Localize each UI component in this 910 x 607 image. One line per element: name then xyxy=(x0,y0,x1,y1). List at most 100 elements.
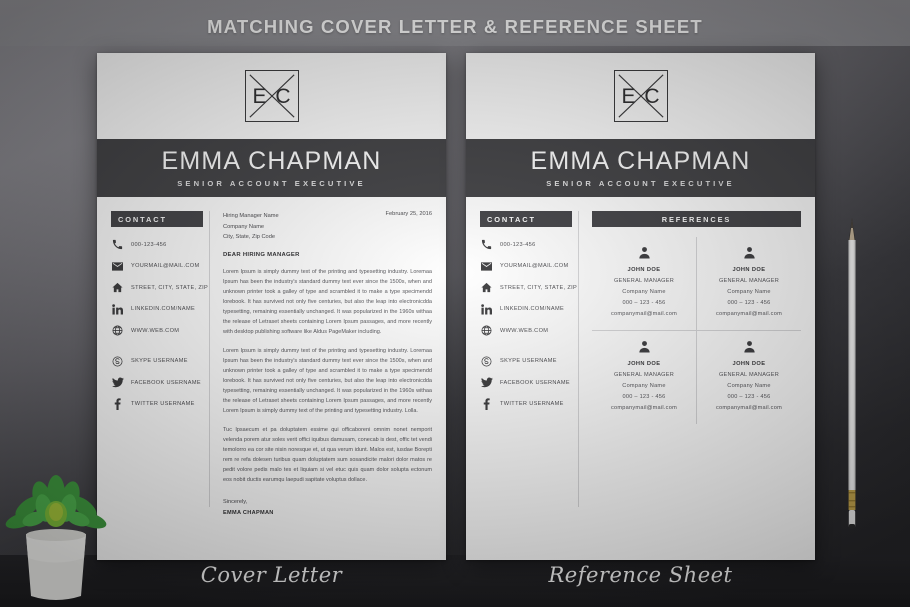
contact-heading: CONTACT xyxy=(111,211,203,228)
contact-facebook-label: FACEBOOK USERNAME xyxy=(131,379,201,386)
reference-role: GENERAL MANAGER xyxy=(613,372,675,379)
contact-item-skype-ref[interactable]: SKYPE USERNAME xyxy=(480,355,572,368)
contact-email-label: YOURMAIL@MAIL.COM xyxy=(131,263,200,270)
white-pencil xyxy=(848,218,856,529)
name-band-ref: EMMA CHAPMAN SENIOR ACCOUNT EXECUTIVE xyxy=(466,139,815,198)
reference-phone: 000 – 123 - 456 xyxy=(622,300,666,307)
letter-signoff: Sincerely, EMMA CHAPMAN xyxy=(223,497,432,518)
person-avatar-icon xyxy=(701,340,797,353)
reference-entry[interactable]: JOHN DOE GENERAL MANAGER Company Name 00… xyxy=(697,237,801,330)
reference-company: Company Name xyxy=(727,383,771,389)
monogram-logo: E C xyxy=(244,70,299,122)
reference-name: JOHN DOE xyxy=(732,360,766,367)
contact-item-phone[interactable]: 000-123-456 xyxy=(111,238,203,251)
contact-item-address-ref[interactable]: STREET, CITY, STATE, ZIP xyxy=(480,281,577,294)
references-heading: REFERENCES xyxy=(592,211,801,228)
contact-linkedin-label: LINKEDIN.COM/NAME xyxy=(131,306,196,313)
cover-letter-body: CONTACT 000-123-456 YOURMAIL@MAIL.COM ST… xyxy=(97,197,446,516)
contact-item-email[interactable]: YOURMAIL@MAIL.COM xyxy=(111,260,203,273)
reference-role: GENERAL MANAGER xyxy=(718,278,780,285)
reference-name: JOHN DOE xyxy=(627,267,661,274)
home-icon xyxy=(480,281,493,294)
sidebar-spacer-ref xyxy=(480,346,572,355)
person-avatar-icon xyxy=(596,246,692,259)
recipient-line-3: City, State, Zip Code xyxy=(223,234,276,241)
caption-cover-letter: Cover Letter xyxy=(200,563,343,587)
letter-content: Hiring Manager Name Company Name City, S… xyxy=(210,211,446,515)
reference-phone: 000 – 123 - 456 xyxy=(727,300,771,307)
contact-item-phone-ref[interactable]: 000-123-456 xyxy=(480,238,572,251)
linkedin-icon xyxy=(480,303,493,316)
recipient-address: Hiring Manager Name Company Name City, S… xyxy=(223,211,279,243)
contact-item-linkedin-ref[interactable]: LINKEDIN.COM/NAME xyxy=(480,303,572,316)
contact-item-website-ref[interactable]: WWW.WEB.COM xyxy=(480,324,572,337)
contact-item-website[interactable]: WWW.WEB.COM xyxy=(111,324,203,337)
phone-icon xyxy=(111,238,124,251)
logo-x-icon-ref xyxy=(617,74,664,118)
cover-letter-document[interactable]: E C EMMA CHAPMAN SENIOR ACCOUNT EXECUTIV… xyxy=(97,53,446,560)
contact-item-facebook[interactable]: FACEBOOK USERNAME xyxy=(111,376,203,389)
contact-skype-label: SKYPE USERNAME xyxy=(131,358,188,365)
contact-facebook-label-ref: FACEBOOK USERNAME xyxy=(500,379,570,386)
reference-entry[interactable]: JOHN DOE GENERAL MANAGER Company Name 00… xyxy=(592,237,696,330)
letter-closing: Sincerely, xyxy=(223,498,248,505)
reference-entry[interactable]: JOHN DOE GENERAL MANAGER Company Name 00… xyxy=(697,331,801,424)
person-avatar-icon xyxy=(701,246,797,259)
linkedin-icon xyxy=(111,303,124,316)
contact-email-label-ref: YOURMAIL@MAIL.COM xyxy=(500,263,569,270)
contact-twitter-label-ref: TWITTER USERNAME xyxy=(500,401,564,408)
letter-paragraph-1: Lorem Ipsum is simply dummy text of the … xyxy=(223,268,432,335)
references-content: REFERENCES JOHN DOE GENERAL MANAGER Comp… xyxy=(579,211,815,513)
contact-sidebar-ref: CONTACT 000-123-456 YOURMAIL@MAIL.COM ST… xyxy=(466,211,578,513)
reference-name: JOHN DOE xyxy=(732,267,766,274)
caption-reference-sheet: Reference Sheet xyxy=(548,563,733,587)
globe-icon xyxy=(480,324,493,337)
reference-email: companymail@mail.com xyxy=(610,311,677,318)
contact-item-twitter-ref[interactable]: TWITTER USERNAME xyxy=(480,398,572,411)
candidate-job-title-ref: SENIOR ACCOUNT EXECUTIVE xyxy=(546,179,735,189)
reference-phone: 000 – 123 - 456 xyxy=(622,393,666,400)
reference-sheet-body: CONTACT 000-123-456 YOURMAIL@MAIL.COM ST… xyxy=(466,197,815,513)
contact-website-label: WWW.WEB.COM xyxy=(131,327,180,334)
contact-sidebar: CONTACT 000-123-456 YOURMAIL@MAIL.COM ST… xyxy=(97,211,209,513)
letter-paragraph-3: Tuc Ipsaecum et pa doluptatem essime qui… xyxy=(223,426,432,483)
contact-linkedin-label-ref: LINKEDIN.COM/NAME xyxy=(500,306,565,313)
page-title: MATCHING COVER LETTER & REFERENCE SHEET xyxy=(207,16,703,37)
facebook-icon xyxy=(480,398,493,411)
twitter-icon xyxy=(111,376,124,389)
home-icon xyxy=(111,281,124,294)
contact-address-label: STREET, CITY, STATE, ZIP xyxy=(131,284,209,291)
contact-item-twitter[interactable]: TWITTER USERNAME xyxy=(111,398,203,411)
reference-role: GENERAL MANAGER xyxy=(718,372,780,379)
skype-icon xyxy=(480,355,493,368)
logo-zone: E C xyxy=(97,53,446,139)
logo-zone-ref: E C xyxy=(466,53,815,139)
reference-email: companymail@mail.com xyxy=(715,404,782,411)
reference-entry[interactable]: JOHN DOE GENERAL MANAGER Company Name 00… xyxy=(592,331,696,424)
recipient-line-2: Company Name xyxy=(223,223,265,230)
envelope-icon xyxy=(111,260,124,273)
reference-sheet-document[interactable]: E C EMMA CHAPMAN SENIOR ACCOUNT EXECUTIV… xyxy=(466,53,815,560)
succulent-plant xyxy=(5,475,107,600)
contact-item-skype[interactable]: SKYPE USERNAME xyxy=(111,355,203,368)
contact-item-address[interactable]: STREET, CITY, STATE, ZIP xyxy=(111,281,208,294)
contact-skype-label-ref: SKYPE USERNAME xyxy=(500,358,557,365)
logo-x-icon xyxy=(248,74,295,118)
skype-icon xyxy=(111,355,124,368)
contact-phone-label-ref: 000-123-456 xyxy=(500,241,536,248)
name-band: EMMA CHAPMAN SENIOR ACCOUNT EXECUTIVE xyxy=(97,139,446,198)
recipient-line-1: Hiring Manager Name xyxy=(223,213,279,220)
contact-heading-ref: CONTACT xyxy=(480,211,572,228)
contact-item-linkedin[interactable]: LINKEDIN.COM/NAME xyxy=(111,303,203,316)
facebook-icon xyxy=(111,398,124,411)
contact-item-email-ref[interactable]: YOURMAIL@MAIL.COM xyxy=(480,260,572,273)
candidate-name-ref: EMMA CHAPMAN xyxy=(530,147,751,175)
letter-signature: EMMA CHAPMAN xyxy=(223,509,274,516)
twitter-icon xyxy=(480,376,493,389)
reference-email: companymail@mail.com xyxy=(715,311,782,318)
reference-name: JOHN DOE xyxy=(627,360,661,367)
reference-email: companymail@mail.com xyxy=(610,404,677,411)
reference-company: Company Name xyxy=(622,383,666,389)
contact-item-facebook-ref[interactable]: FACEBOOK USERNAME xyxy=(480,376,572,389)
